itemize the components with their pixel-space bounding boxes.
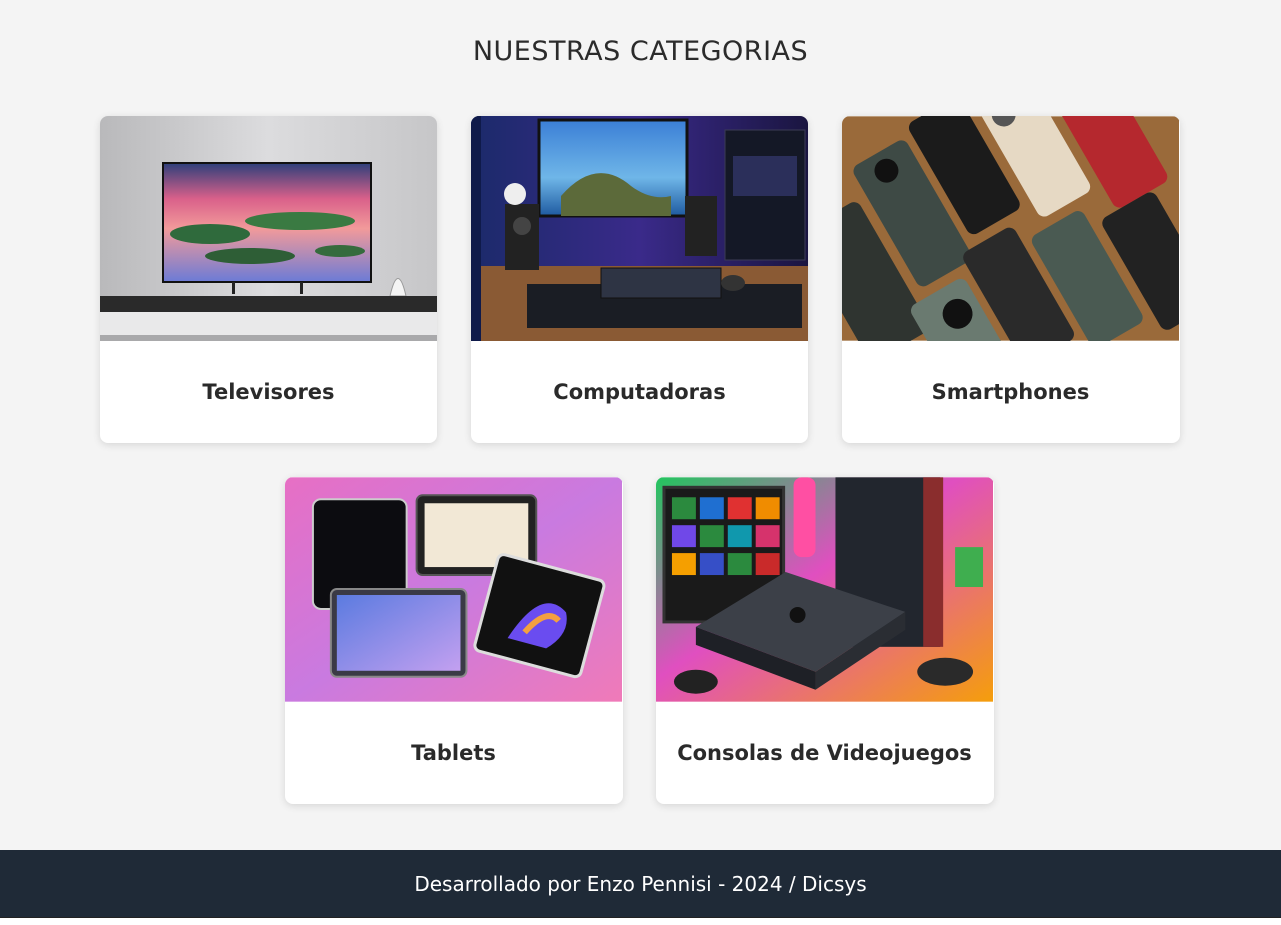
televisores-image bbox=[100, 116, 437, 341]
consolas-image bbox=[656, 477, 993, 702]
bottom-divider bbox=[0, 917, 1281, 925]
tablets-image bbox=[285, 477, 622, 702]
category-card-consolas[interactable]: Consolas de Videojuegos bbox=[656, 477, 994, 804]
category-label: Consolas de Videojuegos bbox=[677, 741, 972, 765]
category-card-televisores[interactable]: Televisores bbox=[100, 116, 437, 443]
footer-credits: Desarrollado por Enzo Pennisi - 2024 / D… bbox=[414, 871, 867, 896]
category-card-smartphones[interactable]: Smartphones bbox=[842, 116, 1180, 443]
computadoras-image bbox=[471, 116, 808, 341]
footer: Desarrollado por Enzo Pennisi - 2024 / D… bbox=[0, 850, 1281, 917]
smartphones-image bbox=[842, 116, 1179, 341]
category-card-tablets[interactable]: Tablets bbox=[285, 477, 623, 804]
category-label: Tablets bbox=[411, 741, 496, 765]
category-label: Smartphones bbox=[931, 380, 1090, 404]
category-label: Computadoras bbox=[553, 380, 726, 404]
category-card-computadoras[interactable]: Computadoras bbox=[471, 116, 808, 443]
category-label: Televisores bbox=[202, 380, 335, 404]
page-title: NUESTRAS CATEGORIAS bbox=[472, 36, 809, 67]
